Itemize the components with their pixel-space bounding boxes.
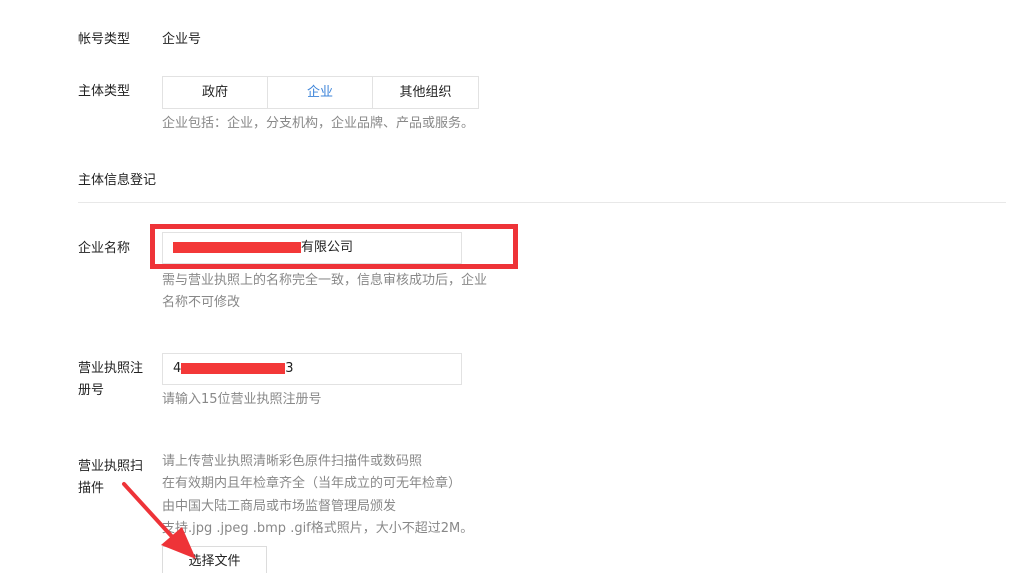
entity-type-option-government[interactable]: 政府 — [163, 77, 268, 108]
entity-type-hint: 企业包括：企业，分支机构，企业品牌、产品或服务。 — [162, 116, 475, 131]
company-name-hint-line2: 名称不可修改 — [162, 295, 241, 310]
section-divider — [78, 202, 1006, 203]
license-scan-hint-line1: 请上传营业执照清晰彩色原件扫描件或数码照 — [162, 454, 423, 469]
entity-type-selector: 政府 企业 其他组织 — [162, 76, 479, 109]
annotation-highlight-box — [150, 224, 518, 269]
license-number-value-suffix: 3 — [285, 361, 294, 376]
entity-type-option-other-organization[interactable]: 其他组织 — [373, 77, 478, 108]
license-number-label-line2: 册号 — [78, 383, 105, 398]
account-type-label: 帐号类型 — [78, 32, 131, 47]
redaction-mark — [181, 363, 286, 374]
entity-type-option-enterprise[interactable]: 企业 — [268, 77, 373, 108]
annotation-arrow-icon — [122, 482, 196, 559]
license-number-value-prefix: 4 — [173, 361, 182, 376]
license-number-label-line1: 营业执照注 — [78, 361, 144, 376]
account-type-value: 企业号 — [162, 32, 202, 47]
license-scan-label-line2: 描件 — [78, 481, 105, 496]
registration-form: 帐号类型 企业号 主体类型 政府 企业 其他组织 企业包括：企业，分支机构，企业… — [0, 0, 1030, 573]
company-name-label: 企业名称 — [78, 241, 131, 256]
company-name-hint-line1: 需与营业执照上的名称完全一致，信息审核成功后，企业 — [162, 273, 488, 288]
license-number-hint: 请输入15位营业执照注册号 — [162, 392, 322, 407]
entity-type-label: 主体类型 — [78, 84, 131, 99]
section-title: 主体信息登记 — [78, 173, 157, 188]
license-number-input[interactable]: 43 — [162, 353, 462, 385]
